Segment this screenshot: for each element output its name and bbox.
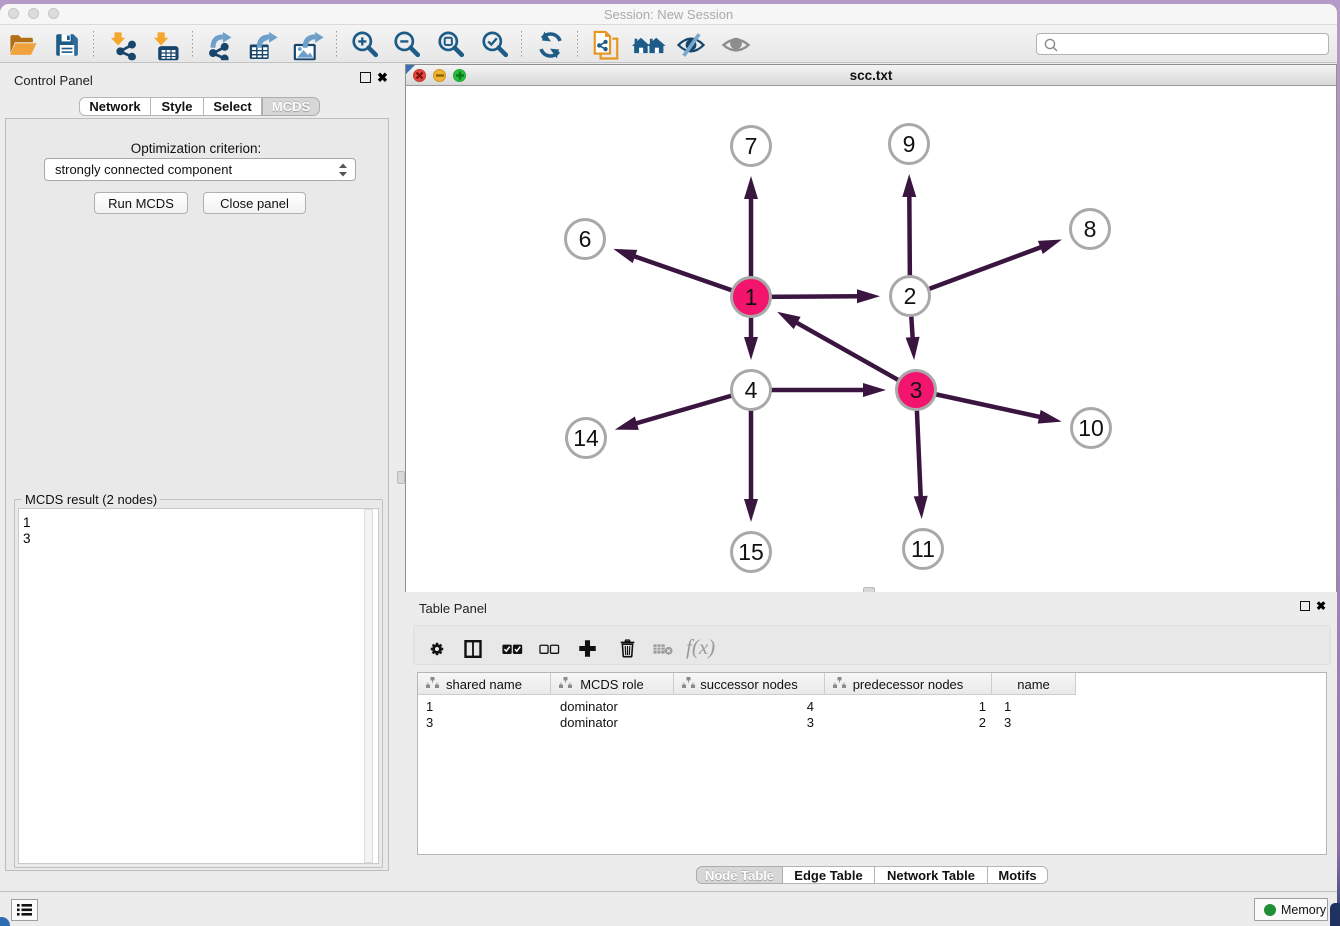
svg-text:4: 4 (745, 377, 758, 403)
svg-text:10: 10 (1078, 415, 1104, 441)
svg-text:1: 1 (745, 284, 758, 310)
svg-text:15: 15 (738, 539, 764, 565)
svg-text:8: 8 (1084, 216, 1097, 242)
svg-text:6: 6 (579, 226, 592, 252)
svg-text:2: 2 (904, 283, 917, 309)
svg-text:7: 7 (745, 133, 758, 159)
svg-text:9: 9 (903, 131, 916, 157)
svg-text:14: 14 (573, 425, 599, 451)
svg-text:3: 3 (910, 377, 923, 403)
svg-text:11: 11 (911, 536, 935, 562)
